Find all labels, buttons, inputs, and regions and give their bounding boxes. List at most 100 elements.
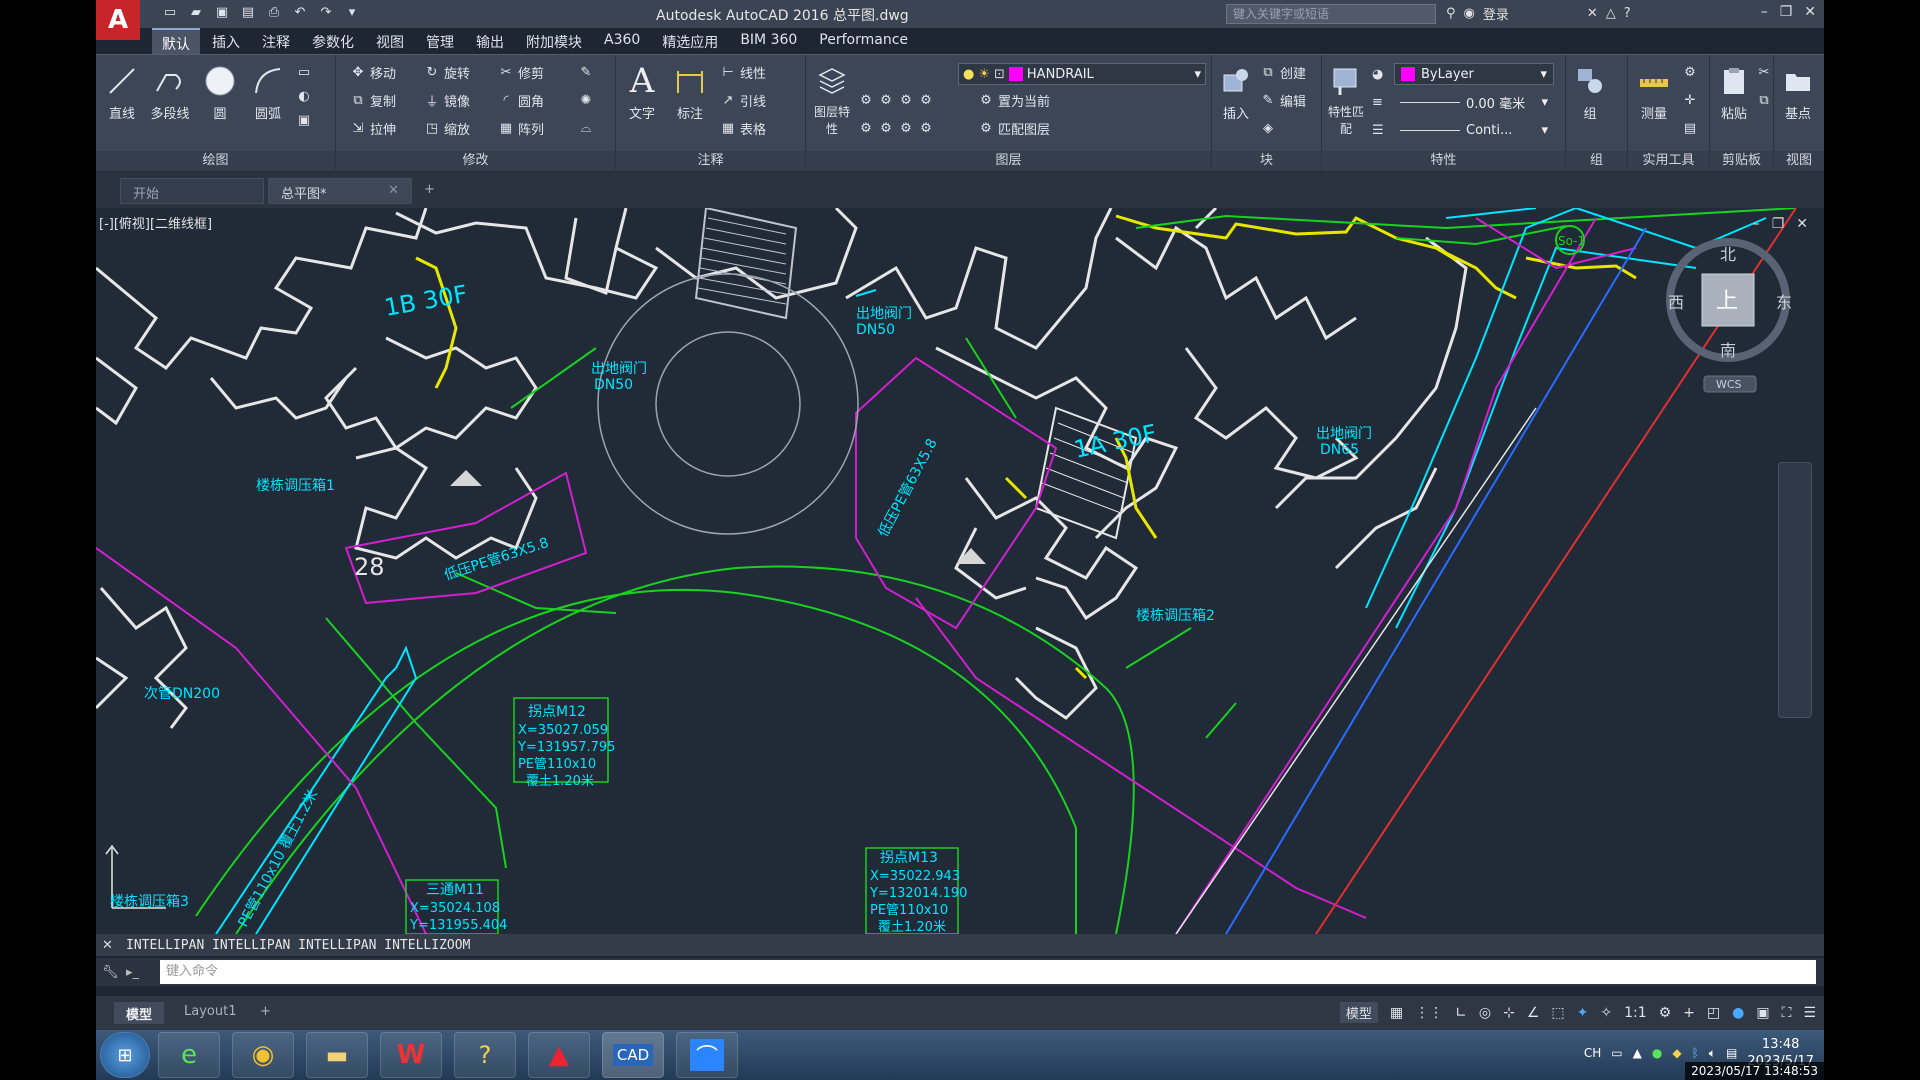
viewport-minimize-button[interactable]: – (1753, 216, 1760, 232)
plus-icon[interactable]: + (1683, 1005, 1695, 1021)
keyboard-icon[interactable]: ▭ (1611, 1046, 1622, 1060)
tab-start[interactable]: 开始 (120, 178, 264, 204)
calculator-tool[interactable]: ▤ (1682, 117, 1698, 139)
login-button[interactable]: 登录 (1483, 4, 1509, 23)
layer-dropdown[interactable]: ● ☀ ⊡ HANDRAIL ▾ (958, 63, 1206, 85)
group-button[interactable]: 组 (1568, 61, 1612, 122)
set-current-button[interactable]: ⚙ 置为当前 (978, 89, 1050, 111)
base-view-button[interactable]: 基点 (1776, 61, 1820, 122)
restore-button[interactable]: ❐ (1780, 4, 1793, 20)
circle-button[interactable]: 圆 (198, 61, 242, 122)
panel-block-title[interactable]: 块 (1212, 151, 1321, 171)
polar-icon[interactable]: ◎ (1479, 1005, 1491, 1021)
exchange-icon[interactable]: ✕ (1587, 6, 1598, 21)
otrack-icon[interactable]: ∠ (1527, 1005, 1540, 1021)
panel-clipboard-title[interactable]: 剪贴板 (1710, 151, 1773, 171)
workspace-gear-icon[interactable]: ⚙ (1659, 1005, 1672, 1021)
a360-icon[interactable]: △ (1606, 6, 1616, 21)
offset-tool[interactable]: ⌓ (578, 117, 594, 139)
linetype-dropdown[interactable]: Conti... ▾ (1394, 119, 1554, 141)
block-attribute-tool[interactable]: ◈ (1260, 117, 1276, 139)
measure-button[interactable]: 测量 (1632, 61, 1676, 122)
customize-menu-icon[interactable]: ☰ (1803, 1005, 1816, 1021)
viewcube-west[interactable]: 西 (1668, 293, 1684, 312)
save-as-icon[interactable]: ▤ (238, 4, 258, 22)
tab-model[interactable]: 模型 (114, 1002, 165, 1024)
paste-button[interactable]: 粘贴 (1712, 61, 1756, 122)
text-button[interactable]: A 文字 (620, 61, 664, 122)
security-icon[interactable]: ◆ (1672, 1046, 1681, 1060)
panel-draw-title[interactable]: 绘图 (96, 151, 335, 171)
save-icon[interactable]: ▣ (212, 4, 232, 22)
annotation-scale-icon[interactable]: ✧ (1600, 1005, 1612, 1021)
rectangle-tool[interactable]: ▭ (296, 61, 312, 83)
color-dropdown[interactable]: ByLayer ▾ (1394, 63, 1554, 85)
linear-dim-button[interactable]: ⊢ 线性 (720, 61, 766, 83)
match-layer-button[interactable]: ⚙ 匹配图层 (978, 117, 1050, 139)
layer-tool-row2[interactable]: ⚙ ⚙ ⚙ ⚙ (858, 117, 934, 139)
fillet-button[interactable]: ◜ 圆角 (498, 89, 544, 111)
viewport-controls-label[interactable]: [-][俯视][二维线框] (99, 213, 212, 232)
taskbar-cad-viewer[interactable]: CAD (602, 1032, 664, 1078)
array-button[interactable]: ▦ 阵列 (498, 117, 544, 139)
binoculars-icon[interactable]: ⚲ (1446, 6, 1456, 21)
color-wheel-icon[interactable]: ◕ (1372, 63, 1383, 85)
table-button[interactable]: ▦ 表格 (720, 117, 766, 139)
wrench-icon[interactable]: 🔧︎ (102, 965, 119, 980)
taskbar-autocad[interactable]: ▲ (528, 1032, 590, 1078)
search-input[interactable]: 键入关键字或短语 (1226, 4, 1436, 24)
line-button[interactable]: 直线 (100, 61, 144, 122)
taskbar-app[interactable]: ⌒ (676, 1032, 738, 1078)
hardware-accel-icon[interactable]: ▣ (1756, 1005, 1769, 1021)
dimension-button[interactable]: 标注 (668, 61, 712, 122)
tab-annotate[interactable]: 注释 (252, 28, 300, 54)
user-icon[interactable]: ◉ (1464, 6, 1475, 21)
action-center-icon[interactable]: ▤ (1726, 1046, 1737, 1060)
undo-icon[interactable]: ↶ (290, 4, 310, 22)
hatch-tool[interactable]: ◐ (296, 85, 312, 107)
panel-view-title[interactable]: 视图 (1774, 151, 1824, 171)
polyline-button[interactable]: 多段线 (148, 61, 192, 122)
erase-tool[interactable]: ✎ (578, 61, 594, 83)
input-language[interactable]: CH (1584, 1046, 1601, 1060)
tab-layout1[interactable]: Layout1 (172, 1002, 248, 1024)
panel-groups-title[interactable]: 组 (1566, 151, 1627, 171)
minimize-button[interactable]: – (1761, 4, 1768, 20)
copy-button[interactable]: ⧉ 复制 (350, 89, 396, 111)
viewport-close-button[interactable]: ✕ (1796, 216, 1808, 232)
explode-tool[interactable]: ✺ (578, 89, 594, 111)
osnap-icon[interactable]: ⊹ (1503, 1005, 1515, 1021)
print-icon[interactable]: ⎙ (264, 4, 284, 22)
tab-bim360[interactable]: BIM 360 (730, 28, 807, 54)
tab-manage[interactable]: 管理 (416, 28, 464, 54)
leader-button[interactable]: ↗ 引线 (720, 89, 766, 111)
close-button[interactable]: ✕ (1804, 4, 1816, 20)
tab-parametric[interactable]: 参数化 (302, 28, 364, 54)
panel-properties-title[interactable]: 特性 (1322, 151, 1565, 171)
drawing-canvas[interactable]: 出地阀门 DN50 出地阀门 DN50 出地阀门 DN65 楼栋调压箱1 楼栋调… (96, 208, 1824, 934)
viewport-restore-button[interactable]: ❐ (1772, 216, 1785, 232)
id-point-tool[interactable]: ✛ (1682, 89, 1698, 111)
grid-icon[interactable]: ▦ (1390, 1005, 1403, 1021)
annotation-scale-value[interactable]: 1:1 (1624, 1005, 1647, 1021)
tab-output[interactable]: 输出 (466, 28, 514, 54)
taskbar-browser-360[interactable]: e (158, 1032, 220, 1078)
panel-annotation-title[interactable]: 注释 (616, 151, 805, 171)
panel-modify-title[interactable]: 修改 (336, 151, 615, 171)
redo-icon[interactable]: ↷ (316, 4, 336, 22)
copy-clip-tool[interactable]: ⧉ (1756, 89, 1772, 111)
qat-dropdown-icon[interactable]: ▾ (342, 4, 362, 22)
isolate-icon[interactable]: ● (1732, 1005, 1744, 1021)
create-block-button[interactable]: ⧉ 创建 (1260, 61, 1306, 83)
lineweight-dropdown[interactable]: 0.00 毫米 ▾ (1394, 91, 1554, 113)
edit-block-button[interactable]: ✎ 编辑 (1260, 89, 1306, 111)
snap-icon[interactable]: ⋮⋮ (1415, 1005, 1443, 1021)
taskbar-help[interactable]: ? (454, 1032, 516, 1078)
autocad-app-menu-button[interactable]: A (96, 0, 140, 40)
insert-block-button[interactable]: 插入 (1214, 61, 1258, 122)
rotate-button[interactable]: ↻ 旋转 (424, 61, 470, 83)
taskbar-wps[interactable]: W (380, 1032, 442, 1078)
viewcube-south[interactable]: 南 (1720, 341, 1736, 360)
cut-tool[interactable]: ✂ (1756, 61, 1772, 83)
close-command-icon[interactable]: ✕ (102, 938, 113, 953)
